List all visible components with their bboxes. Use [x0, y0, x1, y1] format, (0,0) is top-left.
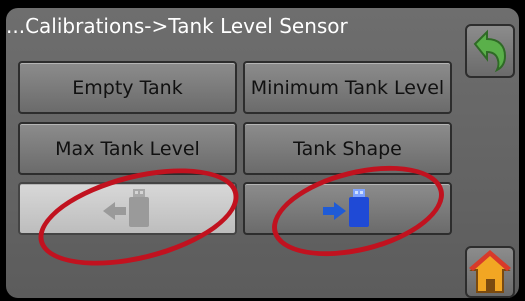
- tank-shape-label: Tank Shape: [293, 137, 402, 160]
- empty-tank-label: Empty Tank: [72, 76, 183, 99]
- empty-tank-button[interactable]: Empty Tank: [18, 61, 237, 114]
- back-arrow-icon: [473, 29, 507, 73]
- tank-shape-button[interactable]: Tank Shape: [243, 122, 452, 175]
- calibration-screen: ...Calibrations->Tank Level Sensor Empty…: [6, 8, 519, 298]
- max-tank-level-button[interactable]: Max Tank Level: [18, 122, 237, 175]
- minimum-tank-level-label: Minimum Tank Level: [250, 76, 445, 99]
- max-tank-level-label: Max Tank Level: [55, 137, 200, 160]
- minimum-tank-level-button[interactable]: Minimum Tank Level: [243, 61, 452, 114]
- home-icon: [469, 250, 511, 293]
- home-button[interactable]: [465, 246, 515, 298]
- breadcrumb: ...Calibrations->Tank Level Sensor: [6, 14, 348, 38]
- back-button[interactable]: [465, 24, 515, 78]
